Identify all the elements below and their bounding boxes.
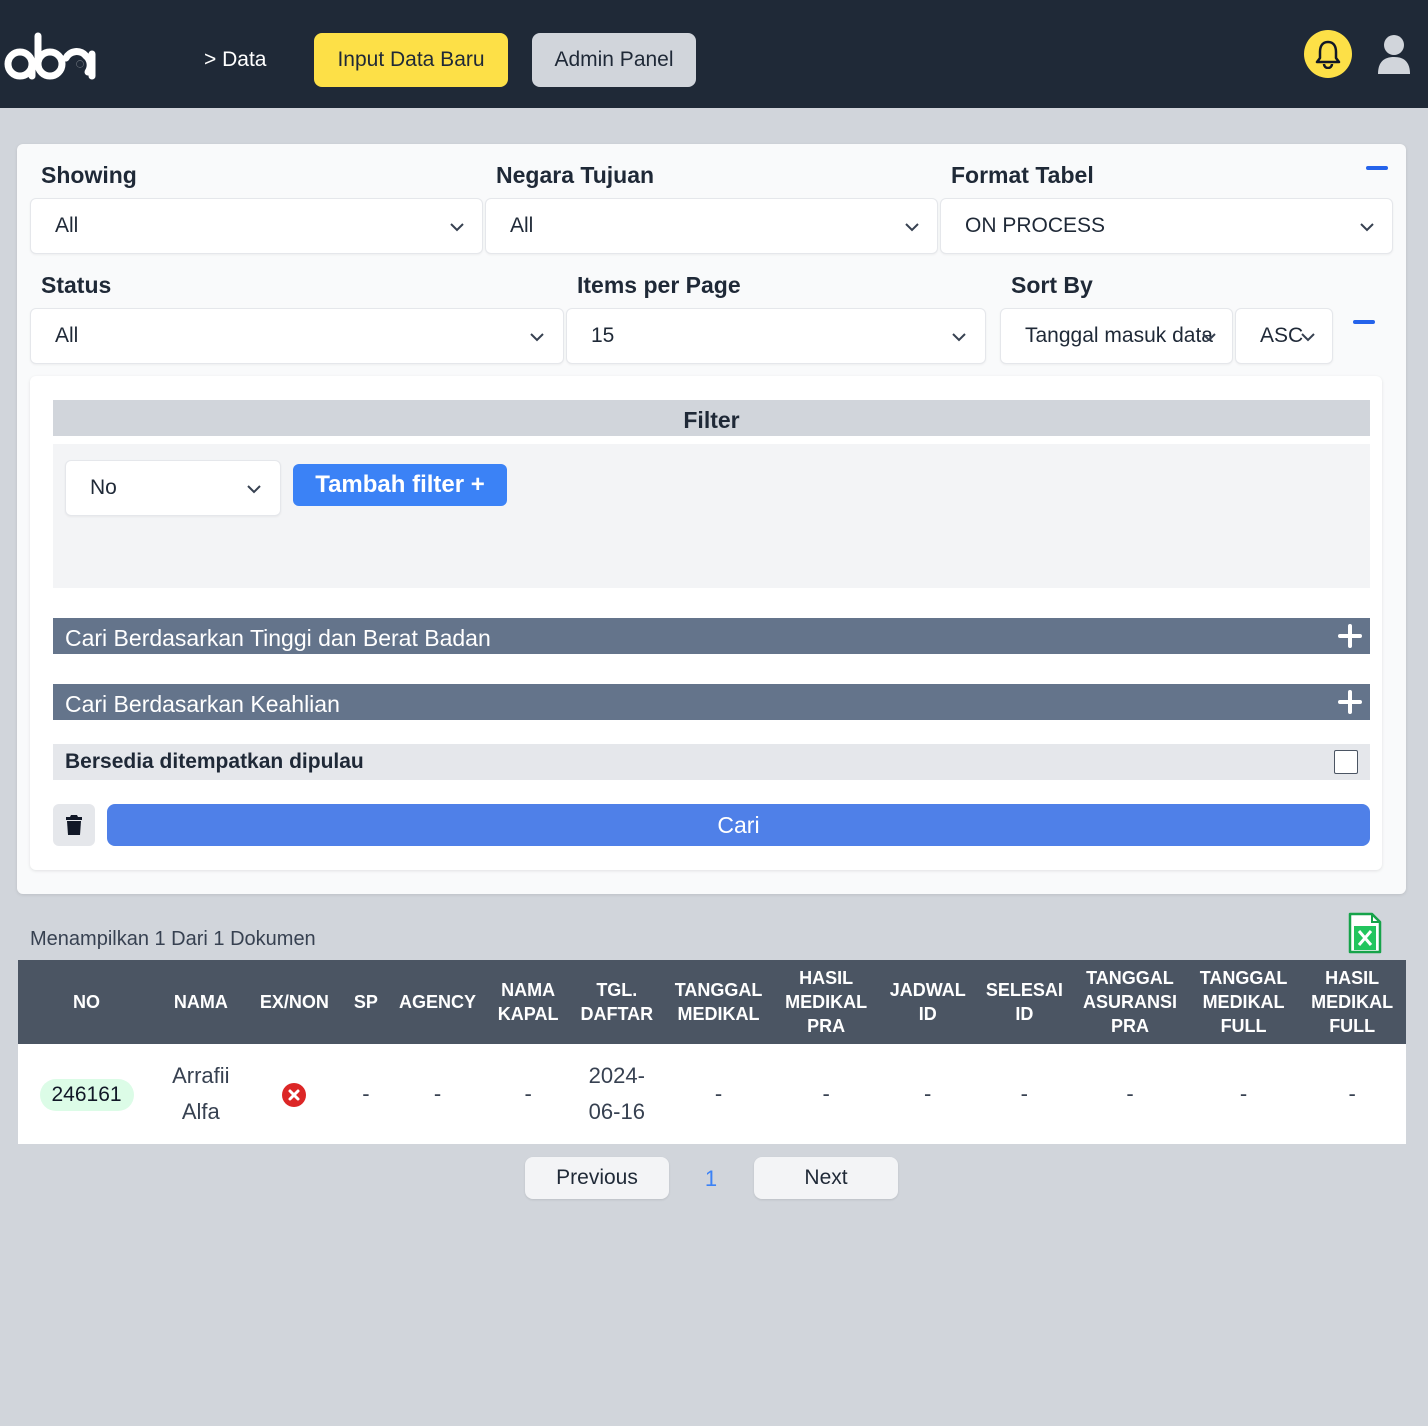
negara-tujuan-select[interactable]: All [485,198,938,254]
bersedia-dipulau-row: Bersedia ditempatkan dipulau [53,744,1370,780]
bersedia-dipulau-label: Bersedia ditempatkan dipulau [65,750,364,773]
accordion-keahlian[interactable]: Cari Berdasarkan Keahlian [53,684,1370,720]
cell-nama: Arrafii Alfa [155,1044,247,1144]
items-per-page-label: Items per Page [577,272,741,298]
status-value: All [55,324,79,347]
col-tanggal-medikal-full: TANGGAL MEDIKAL FULL [1188,960,1299,1044]
table-row[interactable]: 246161 Arrafii Alfa - - - 2024-06-16 - -… [18,1044,1406,1144]
format-value: ON PROCESS [965,214,1106,237]
collapse-filter-icon[interactable] [1353,320,1375,324]
col-tanggal-medikal: TANGGAL MEDIKAL [662,960,775,1044]
chevron-down-icon [1301,333,1315,342]
chevron-down-icon [1202,333,1216,342]
col-agency: AGENCY [389,960,486,1044]
user-icon[interactable] [1376,34,1412,74]
negara-value: All [510,214,534,237]
format-tabel-label: Format Tabel [951,162,1094,188]
chevron-down-icon [247,485,261,494]
cell-no[interactable]: 246161 [18,1044,156,1144]
cell-tgl-daftar: 2024-06-16 [570,1044,663,1144]
items-value: 15 [591,324,615,347]
col-ex-non: EX/NON [246,960,343,1044]
sort-by-label: Sort By [1011,272,1093,298]
negara-tujuan-label: Negara Tujuan [496,162,655,188]
filter-box: Filter No Tambah filter + Cari Berdasark… [30,376,1382,870]
col-nama-kapal: NAMA KAPAL [485,960,571,1044]
col-hasil-medikal-pra: HASIL MEDIKAL PRA [774,960,878,1044]
showing-select[interactable]: All [30,198,483,254]
filter-body: No Tambah filter + [53,444,1370,588]
cell-tanggal-medikal-full: - [1188,1044,1299,1144]
filter-title: Filter [53,400,1370,436]
cell-ex-non [246,1044,343,1144]
chevron-down-icon [530,333,544,342]
items-per-page-select[interactable]: 15 [566,308,986,364]
filter-field-value: No [90,476,117,499]
trash-icon[interactable] [53,804,95,846]
col-tanggal-asuransi-pra: TANGGAL ASURANSI PRA [1071,960,1189,1044]
id-badge[interactable]: 246161 [39,1079,134,1111]
status-label: Status [41,272,112,298]
chevron-down-icon [1360,223,1374,232]
plus-icon[interactable] [1338,690,1362,714]
tambah-filter-button[interactable]: Tambah filter + [293,464,507,506]
accordion-keahlian-label: Cari Berdasarkan Keahlian [65,691,340,717]
breadcrumb[interactable]: > Data [204,48,266,72]
bersedia-dipulau-checkbox[interactable] [1334,750,1358,774]
cell-agency: - [389,1044,486,1144]
x-circle-icon [282,1083,307,1108]
input-data-baru-button[interactable]: Input Data Baru [314,33,508,87]
filter-field-select[interactable]: No [65,460,281,516]
col-nama: NAMA [155,960,247,1044]
col-tgl-daftar: TGL. DAFTAR [570,960,663,1044]
cell-tanggal-medikal: - [662,1044,775,1144]
sort-order-value: ASC [1260,324,1304,347]
cell-jadwal-id: - [877,1044,978,1144]
cari-button[interactable]: Cari [107,804,1370,846]
bell-icon[interactable] [1304,30,1352,78]
result-count: Menampilkan 1 Dari 1 Dokumen [30,928,316,950]
col-sp: SP [342,960,390,1044]
admin-panel-button[interactable]: Admin Panel [532,33,696,87]
cell-sp: - [342,1044,390,1144]
chevron-down-icon [905,223,919,232]
excel-export-icon[interactable] [1348,912,1382,954]
sort-by-select[interactable]: Tanggal masuk data [1000,308,1233,364]
sort-value: Tanggal masuk data [1025,324,1213,347]
search-panel: Showing Negara Tujuan Format Tabel All A… [17,144,1406,894]
accordion-tinggi-berat-label: Cari Berdasarkan Tinggi dan Berat Badan [65,625,491,651]
next-page-button[interactable]: Next [754,1157,898,1199]
collapse-icon[interactable] [1366,166,1388,170]
cell-hasil-medikal-full: - [1298,1044,1406,1144]
cell-nama-kapal: - [485,1044,571,1144]
col-no: NO [18,960,156,1044]
previous-page-button[interactable]: Previous [525,1157,669,1199]
table-header-row: NO NAMA EX/NON SP AGENCY NAMA KAPAL TGL.… [18,960,1406,1044]
col-selesai-id: SELESAI ID [977,960,1072,1044]
sort-order-select[interactable]: ASC [1235,308,1333,364]
top-navbar: > Data Input Data Baru Admin Panel [0,0,1428,108]
showing-value: All [55,214,79,237]
results-table: NO NAMA EX/NON SP AGENCY NAMA KAPAL TGL.… [18,960,1406,1144]
chevron-down-icon [952,333,966,342]
plus-icon[interactable] [1338,624,1362,648]
col-jadwal-id: JADWAL ID [877,960,978,1044]
cell-tanggal-asuransi-pra: - [1071,1044,1189,1144]
cell-selesai-id: - [977,1044,1072,1144]
accordion-tinggi-berat[interactable]: Cari Berdasarkan Tinggi dan Berat Badan [53,618,1370,654]
page-number[interactable]: 1 [700,1166,722,1192]
aba-logo[interactable] [4,28,100,84]
format-tabel-select[interactable]: ON PROCESS [940,198,1393,254]
col-hasil-medikal-full: HASIL MEDIKAL FULL [1298,960,1406,1044]
showing-label: Showing [41,162,137,188]
cell-hasil-medikal-pra: - [774,1044,878,1144]
status-select[interactable]: All [30,308,564,364]
chevron-down-icon [450,223,464,232]
